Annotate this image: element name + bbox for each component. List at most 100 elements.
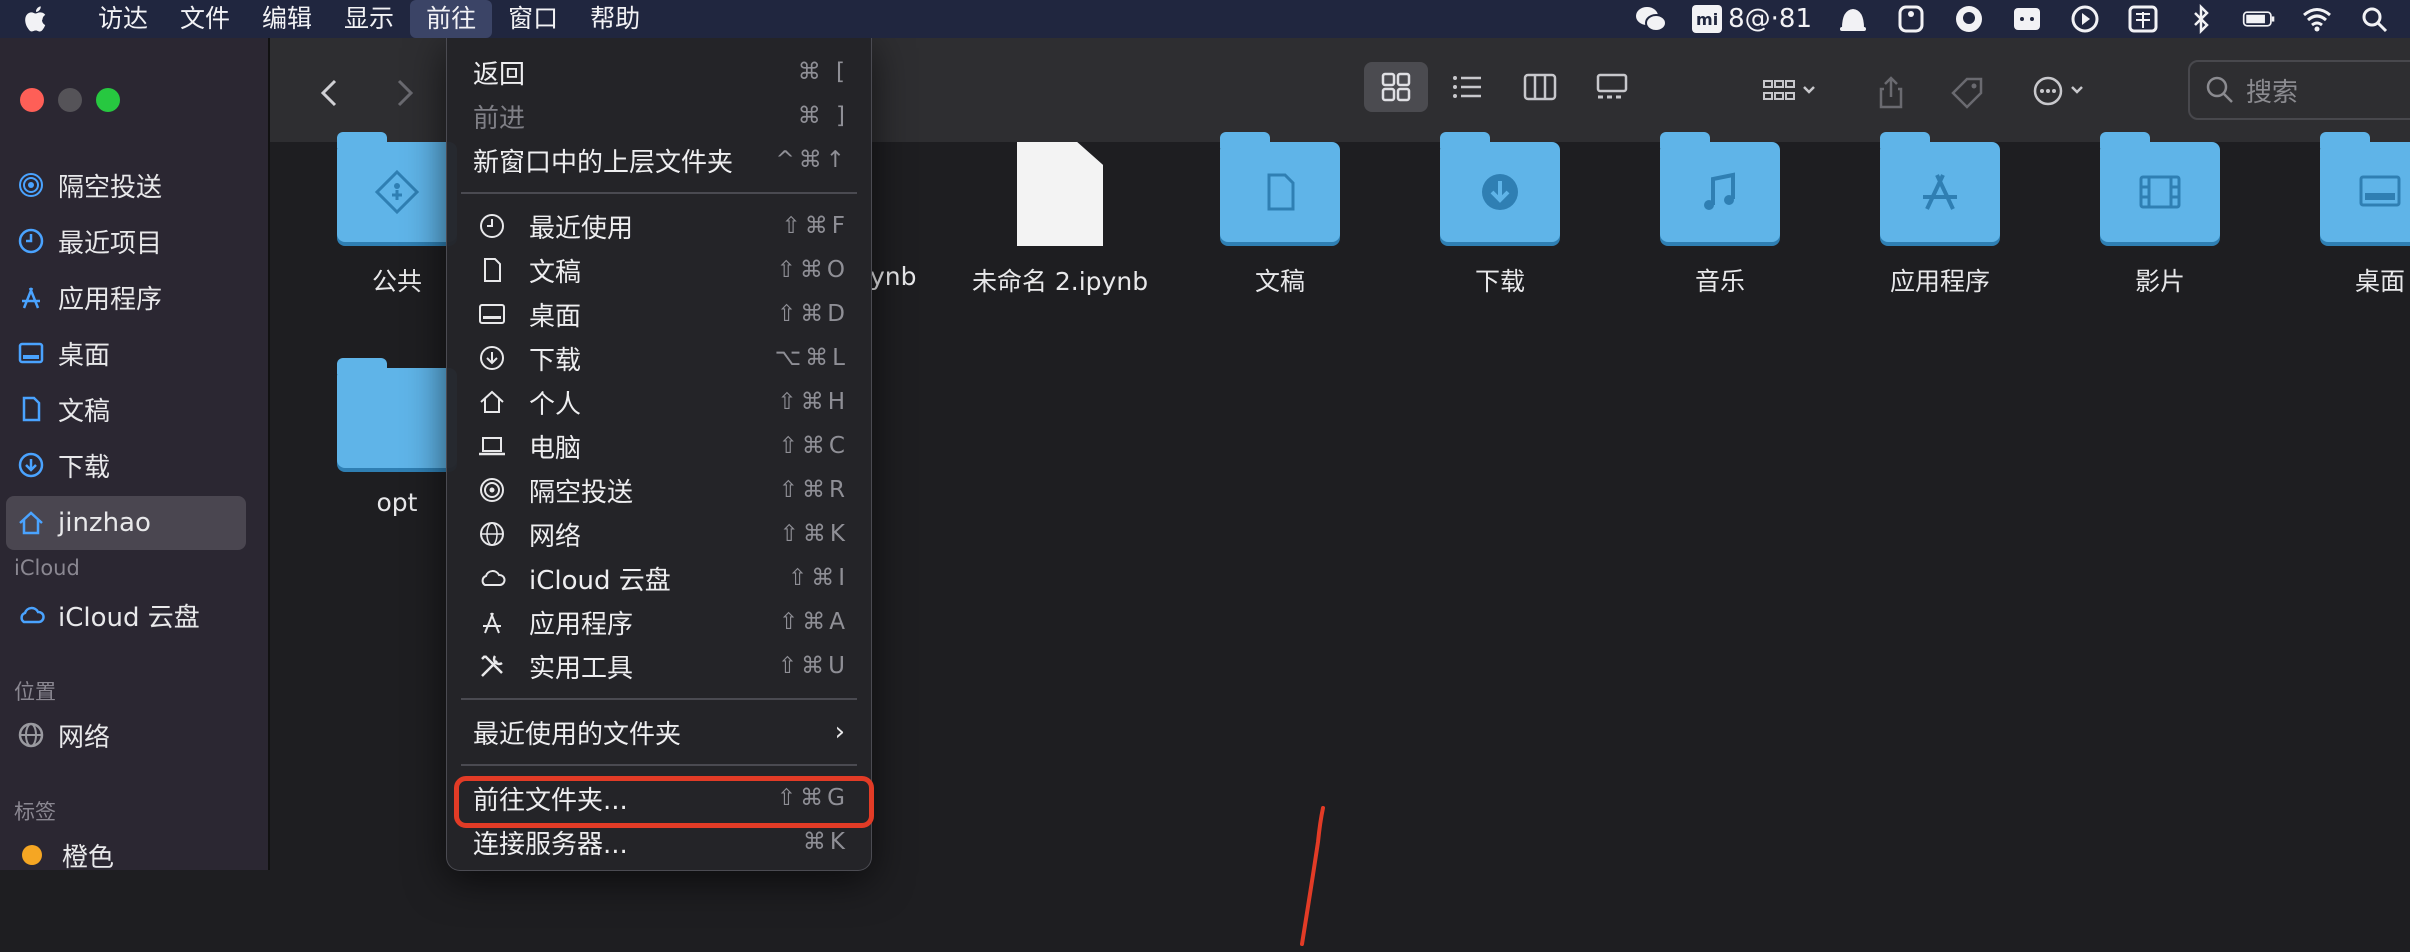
menu-item-forward[interactable]: 前进 ⌘ ] <box>447 94 871 138</box>
minimize-window-button[interactable] <box>58 88 82 112</box>
menu-item-home[interactable]: 个人 ⇧⌘H <box>447 380 871 424</box>
menu-item-recent-folders[interactable]: 最近使用的文件夹 › <box>447 710 871 754</box>
play-icon[interactable] <box>2068 4 2102 34</box>
zoom-window-button[interactable] <box>96 88 120 112</box>
menu-item-label: 隔空投送 <box>529 477 634 508</box>
sidebar-item-recents[interactable]: 最近项目 <box>0 216 268 266</box>
menu-item-network[interactable]: 网络 ⇧⌘K <box>447 512 871 556</box>
sidebar-item-home[interactable]: jinzhao <box>6 496 246 550</box>
file-item[interactable]: 音乐 <box>1630 132 1810 298</box>
music-folder-icon <box>1660 132 1780 242</box>
sidebar-item-icloud-drive[interactable]: iCloud 云盘 <box>0 590 268 640</box>
menu-item-documents[interactable]: 文稿 ⇧⌘O <box>447 248 871 292</box>
sidebar-item-label: 下载 <box>58 452 111 483</box>
sidebar-item-label: 最近项目 <box>58 228 163 259</box>
battery-icon[interactable] <box>2242 4 2276 34</box>
cloud-icon <box>481 570 506 586</box>
menu-file[interactable]: 文件 <box>164 0 246 38</box>
sidebar-item-documents[interactable]: 文稿 <box>0 384 268 434</box>
sidebar-item-label: jinzhao <box>58 508 151 538</box>
menu-item-label: 文稿 <box>529 257 582 288</box>
window-controls <box>20 88 120 112</box>
share-icon <box>1879 76 1903 109</box>
menu-item-icloud-drive[interactable]: iCloud 云盘 ⇧⌘I <box>447 556 871 600</box>
grid-icon <box>1381 72 1411 102</box>
sidebar-item-desktop[interactable]: 桌面 <box>0 328 268 378</box>
file-label: 下载 <box>1474 267 1525 296</box>
file-label: 文稿 <box>1254 267 1305 296</box>
menu-item-label: 新窗口中的上层文件夹 <box>473 147 734 178</box>
bluetooth-icon[interactable] <box>2184 4 2218 34</box>
github-icon[interactable] <box>1952 4 1986 34</box>
sidebar-item-label: 应用程序 <box>58 284 163 315</box>
file-item[interactable]: 应用程序 <box>1850 132 2030 298</box>
wifi-icon[interactable] <box>2300 4 2334 34</box>
mi-status[interactable]: mi 8@·81 <box>1692 4 1812 34</box>
file-item[interactable]: 下载 <box>1410 132 1590 298</box>
group-grid-icon <box>1763 80 1815 100</box>
share-button[interactable] <box>1866 68 1916 118</box>
notebook-file-icon <box>1017 142 1103 246</box>
menu-item-back[interactable]: 返回 ⌘ [ <box>447 50 871 94</box>
app-icon[interactable] <box>1894 4 1928 34</box>
tag-button[interactable] <box>1942 68 1992 118</box>
sidebar-item-airdrop[interactable]: 隔空投送 <box>0 160 268 210</box>
sidebar-item-tag-orange[interactable]: 橙色 <box>0 830 268 880</box>
menu-item-label: 个人 <box>529 389 582 420</box>
group-by-button[interactable] <box>1750 66 1830 116</box>
file-item[interactable]: 桌面 <box>2290 132 2410 298</box>
menu-item-utilities[interactable]: 实用工具 ⇧⌘U <box>447 644 871 688</box>
menu-edit[interactable]: 编辑 <box>246 0 328 38</box>
file-label: 应用程序 <box>1889 267 1990 296</box>
more-actions-button[interactable] <box>2020 66 2100 116</box>
menu-item-airdrop[interactable]: 隔空投送 ⇧⌘R <box>447 468 871 512</box>
menu-help[interactable]: 帮助 <box>574 0 656 38</box>
apple-icon[interactable] <box>22 4 52 34</box>
menu-item-downloads[interactable]: 下载 ⌥⌘L <box>447 336 871 380</box>
icon-view-button[interactable] <box>1364 62 1428 112</box>
forward-button[interactable] <box>378 68 428 118</box>
menu-item-shortcut: ⌥⌘L <box>774 345 849 371</box>
cat-icon[interactable] <box>2010 4 2044 34</box>
menu-view[interactable]: 显示 <box>328 0 410 38</box>
menu-item-enclosing-folder[interactable]: 新窗口中的上层文件夹 ^⌘↑ <box>447 138 871 182</box>
menu-item-recents[interactable]: 最近使用 ⇧⌘F <box>447 204 871 248</box>
gallery-view-button[interactable] <box>1580 62 1644 112</box>
wechat-icon[interactable] <box>1634 4 1668 34</box>
sidebar-item-applications[interactable]: 应用程序 <box>0 272 268 322</box>
menu-item-label: iCloud 云盘 <box>529 565 671 596</box>
file-item[interactable]: 文稿 <box>1190 132 1370 298</box>
file-item[interactable]: 未命名 2.ipynb <box>970 142 1150 298</box>
menu-item-label: 应用程序 <box>529 609 634 640</box>
menu-item-desktop[interactable]: 桌面 ⇧⌘D <box>447 292 871 336</box>
desktop-icon <box>18 342 44 364</box>
menu-go[interactable]: 前往 <box>410 0 493 38</box>
column-view-button[interactable] <box>1508 62 1572 112</box>
sidebar-item-label: 文稿 <box>58 396 111 427</box>
input-method-icon[interactable] <box>2126 4 2160 34</box>
sidebar-item-downloads[interactable]: 下载 <box>0 440 268 490</box>
public-folder-icon <box>337 132 457 242</box>
menu-item-label: 下载 <box>529 345 582 376</box>
spotlight-icon[interactable] <box>2358 4 2392 34</box>
list-view-button[interactable] <box>1436 62 1500 112</box>
menu-item-shortcut: ⌘K <box>802 829 849 855</box>
back-button[interactable] <box>306 68 356 118</box>
search-field[interactable]: 搜索 <box>2188 60 2410 120</box>
download-icon <box>480 346 504 370</box>
view-mode-group <box>1364 62 1644 112</box>
menu-item-shortcut: ⇧⌘O <box>776 257 849 283</box>
menu-finder[interactable]: 访达 <box>82 0 164 38</box>
menu-window[interactable]: 窗口 <box>492 0 574 38</box>
bell-icon[interactable] <box>1836 4 1870 34</box>
menu-separator <box>461 192 857 194</box>
sidebar-item-label: 橙色 <box>62 842 115 873</box>
highlight-annotation <box>454 776 874 828</box>
sidebar-item-network[interactable]: 网络 <box>0 710 268 760</box>
file-label: 影片 <box>2134 267 2185 296</box>
close-window-button[interactable] <box>20 88 44 112</box>
search-icon <box>2206 76 2233 103</box>
menu-item-computer[interactable]: 电脑 ⇧⌘C <box>447 424 871 468</box>
file-item[interactable]: 影片 <box>2070 132 2250 298</box>
menu-item-applications[interactable]: 应用程序 ⇧⌘A <box>447 600 871 644</box>
